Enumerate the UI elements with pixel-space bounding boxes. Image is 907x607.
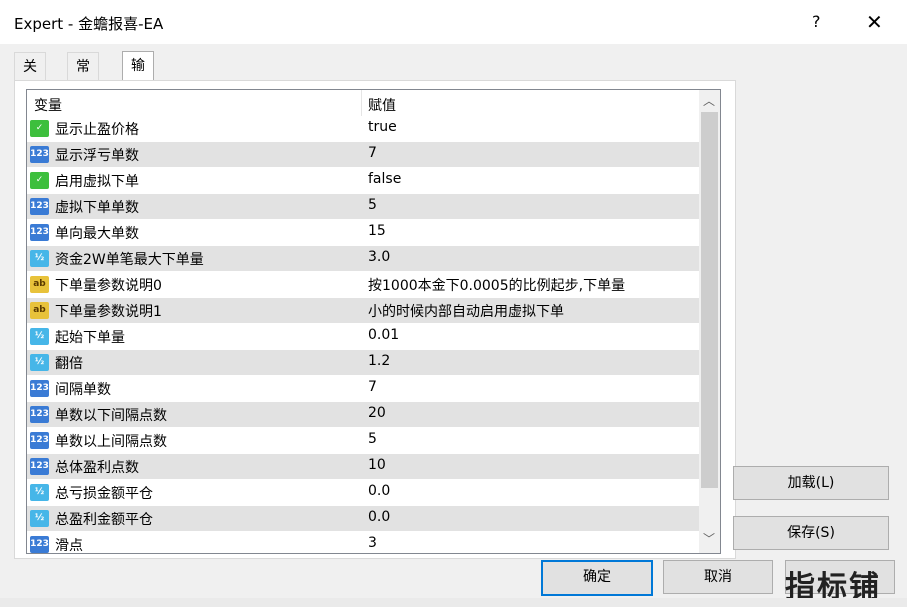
double-icon: ½ bbox=[30, 250, 49, 267]
parameter-row[interactable]: 123 虚拟下单单数 5 bbox=[27, 194, 699, 220]
parameter-row[interactable]: ½ 翻倍 1.2 bbox=[27, 350, 699, 376]
parameter-name: 显示止盈价格 bbox=[55, 122, 139, 138]
parameter-name: 单数以上间隔点数 bbox=[55, 434, 167, 450]
parameter-value[interactable]: 1.2 bbox=[368, 353, 390, 369]
parameter-name: 下单量参数说明0 bbox=[55, 278, 162, 294]
scroll-down-icon[interactable]: ﹀ bbox=[703, 530, 715, 547]
vertical-scrollbar[interactable]: ︿ ﹀ bbox=[699, 90, 720, 553]
parameter-name: 虚拟下单单数 bbox=[55, 200, 139, 216]
parameter-row[interactable]: 123 显示浮亏单数 7 bbox=[27, 142, 699, 168]
parameter-row[interactable]: 123 总体盈利点数 10 bbox=[27, 454, 699, 480]
parameter-value[interactable]: 10 bbox=[368, 457, 386, 473]
parameter-row[interactable]: ½ 起始下单量 0.01 bbox=[27, 324, 699, 350]
parameter-name: 总体盈利点数 bbox=[55, 460, 139, 476]
parameter-value[interactable]: 7 bbox=[368, 145, 377, 161]
parameter-value[interactable]: 3.0 bbox=[368, 249, 390, 265]
tab-about[interactable]: 关于 bbox=[14, 52, 46, 103]
int-icon: 123 bbox=[30, 198, 49, 215]
parameter-row[interactable]: ½ 总亏损金额平仓 0.0 bbox=[27, 480, 699, 506]
parameter-name: 下单量参数说明1 bbox=[55, 304, 162, 320]
tab-common[interactable]: 常用 bbox=[67, 52, 99, 103]
scrollbar-thumb[interactable] bbox=[701, 112, 718, 488]
column-header-variable[interactable]: 变量 bbox=[34, 95, 62, 115]
string-icon: ab bbox=[30, 302, 49, 319]
int-icon: 123 bbox=[30, 432, 49, 449]
parameter-row[interactable]: 123 单向最大单数 15 bbox=[27, 220, 699, 246]
parameter-row[interactable]: 123 单数以上间隔点数 5 bbox=[27, 428, 699, 454]
double-icon: ½ bbox=[30, 354, 49, 371]
parameter-row[interactable]: ab 下单量参数说明0 按1000本金下0.0005的比例起步,下单量 bbox=[27, 272, 699, 298]
ok-button[interactable]: 确定 bbox=[541, 560, 653, 596]
int-icon: 123 bbox=[30, 458, 49, 475]
parameter-row[interactable]: ½ 总盈利金额平仓 0.0 bbox=[27, 506, 699, 532]
int-icon: 123 bbox=[30, 406, 49, 423]
parameter-name: 总亏损金额平仓 bbox=[55, 486, 153, 502]
column-divider[interactable] bbox=[361, 90, 362, 116]
parameter-value[interactable]: 15 bbox=[368, 223, 386, 239]
parameter-name: 起始下单量 bbox=[55, 330, 125, 346]
tab-inputs[interactable]: 输入参数 bbox=[122, 51, 154, 158]
parameter-row[interactable]: ab 下单量参数说明1 小的时候内部自动启用虚拟下单 bbox=[27, 298, 699, 324]
load-button[interactable]: 加载(L) bbox=[733, 466, 889, 500]
parameter-name: 显示浮亏单数 bbox=[55, 148, 139, 164]
parameter-name: 资金2W单笔最大下单量 bbox=[55, 252, 204, 268]
parameter-name: 间隔单数 bbox=[55, 382, 111, 398]
bool-icon: ✓ bbox=[30, 120, 49, 137]
int-icon: 123 bbox=[30, 224, 49, 241]
parameter-value[interactable]: 5 bbox=[368, 197, 377, 213]
parameter-value[interactable]: true bbox=[368, 119, 397, 135]
parameters-grid: 变量 赋值 ✓ 显示止盈价格 true 123 显示浮亏单数 7 ✓ 启用虚拟下单 false 1… bbox=[26, 89, 721, 554]
parameter-value[interactable]: 7 bbox=[368, 379, 377, 395]
title-bar: Expert - 金蟾报喜-EA ? ✕ bbox=[0, 0, 907, 44]
parameter-name: 启用虚拟下单 bbox=[55, 174, 139, 190]
save-button[interactable]: 保存(S) bbox=[733, 516, 889, 550]
double-icon: ½ bbox=[30, 484, 49, 501]
int-icon: 123 bbox=[30, 536, 49, 553]
parameter-name: 单向最大单数 bbox=[55, 226, 139, 242]
int-icon: 123 bbox=[30, 146, 49, 163]
grid-rows: ✓ 显示止盈价格 true 123 显示浮亏单数 7 ✓ 启用虚拟下单 false 123 虚拟下单… bbox=[27, 116, 699, 554]
parameter-row[interactable]: 123 单数以下间隔点数 20 bbox=[27, 402, 699, 428]
parameter-value[interactable]: 5 bbox=[368, 431, 377, 447]
window-title: Expert - 金蟾报喜-EA bbox=[14, 15, 164, 33]
double-icon: ½ bbox=[30, 510, 49, 527]
parameter-value[interactable]: 0.0 bbox=[368, 509, 390, 525]
parameter-value[interactable]: 小的时候内部自动启用虚拟下单 bbox=[368, 301, 564, 321]
parameter-row[interactable]: 123 间隔单数 7 bbox=[27, 376, 699, 402]
parameter-name: 总盈利金额平仓 bbox=[55, 512, 153, 528]
bool-icon: ✓ bbox=[30, 172, 49, 189]
double-icon: ½ bbox=[30, 328, 49, 345]
parameter-row[interactable]: ✓ 启用虚拟下单 false bbox=[27, 168, 699, 194]
parameter-value[interactable]: 按1000本金下0.0005的比例起步,下单量 bbox=[368, 275, 625, 295]
grid-header: 变量 赋值 bbox=[27, 90, 699, 116]
background-strip bbox=[0, 598, 907, 607]
parameter-row[interactable]: ✓ 显示止盈价格 true bbox=[27, 116, 699, 142]
parameter-row[interactable]: ½ 资金2W单笔最大下单量 3.0 bbox=[27, 246, 699, 272]
parameter-value[interactable]: 20 bbox=[368, 405, 386, 421]
string-icon: ab bbox=[30, 276, 49, 293]
parameter-name: 单数以下间隔点数 bbox=[55, 408, 167, 424]
parameter-value[interactable]: false bbox=[368, 171, 401, 187]
parameter-value[interactable]: 0.0 bbox=[368, 483, 390, 499]
parameter-name: 翻倍 bbox=[55, 356, 83, 372]
help-icon[interactable]: ? bbox=[812, 12, 821, 31]
column-header-value[interactable]: 赋值 bbox=[368, 95, 396, 115]
cancel-button[interactable]: 取消 bbox=[663, 560, 773, 594]
int-icon: 123 bbox=[30, 380, 49, 397]
parameter-row[interactable]: 123 滑点 3 bbox=[27, 532, 699, 554]
parameter-value[interactable]: 3 bbox=[368, 535, 377, 551]
scroll-up-icon[interactable]: ︿ bbox=[703, 92, 715, 109]
parameter-value[interactable]: 0.01 bbox=[368, 327, 399, 343]
close-icon[interactable]: ✕ bbox=[866, 10, 883, 34]
parameter-name: 滑点 bbox=[55, 538, 83, 554]
